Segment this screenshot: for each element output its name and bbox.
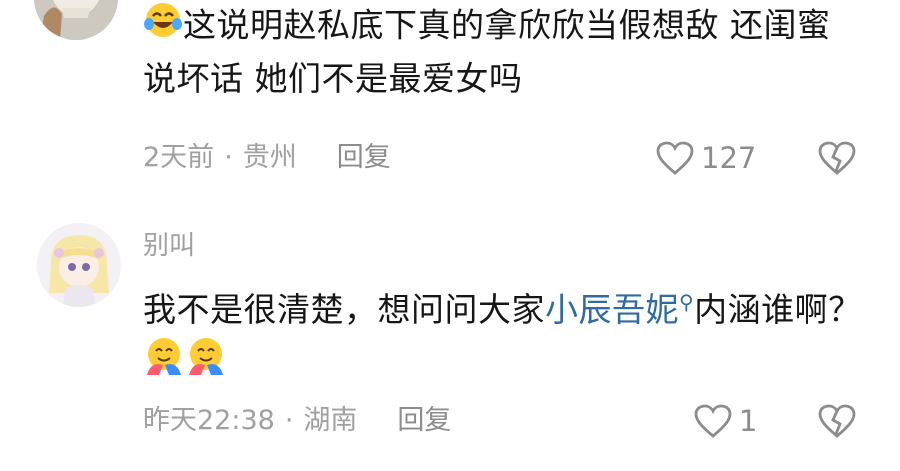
- like-count: 127: [701, 141, 757, 175]
- mention-link[interactable]: 小辰吾妮⚲: [545, 290, 694, 329]
- comment-location: 贵州: [242, 142, 297, 173]
- reply-button[interactable]: 回复: [397, 405, 451, 436]
- mention-text: 小辰吾妮: [545, 290, 679, 329]
- comment-time: 昨天22:38: [143, 405, 275, 436]
- meta-separator: ·: [284, 405, 294, 436]
- comment-time: 2天前: [143, 142, 215, 173]
- comment-text: 这说明赵私底下真的拿欣欣当假想敌 还闺蜜说坏话 她们不是最爱女吗: [143, 0, 863, 104]
- avatar[interactable]: [34, 0, 118, 40]
- comment-meta: 昨天22:38 · 湖南 回复: [143, 401, 451, 441]
- hugging-face-emoji-icon: [185, 335, 227, 391]
- like-button[interactable]: 127: [655, 138, 756, 178]
- meta-separator: ·: [224, 142, 233, 173]
- comment-meta: 2天前 · 贵州 回复: [143, 138, 391, 178]
- heart-icon: [656, 141, 694, 175]
- comment-body-continued: 内涵谁啊？: [694, 290, 862, 329]
- broken-heart-icon[interactable]: [817, 403, 857, 439]
- broken-heart-icon[interactable]: [817, 140, 857, 176]
- anime-girl-avatar-image: [37, 223, 121, 307]
- skull-avatar-image: [34, 0, 118, 40]
- hugging-face-emoji-icon: [143, 335, 185, 391]
- like-button[interactable]: 1: [693, 401, 757, 441]
- comment-location: 湖南: [303, 405, 358, 436]
- avatar[interactable]: [37, 223, 121, 307]
- username[interactable]: 别叫: [143, 225, 195, 262]
- comment-text: 我不是很清楚，想问问大家小辰吾妮⚲内涵谁啊？: [143, 277, 863, 391]
- comment-item: 别叫 我不是很清楚，想问问大家小辰吾妮⚲内涵谁啊？ 昨天22:38 · 湖南 回…: [0, 215, 900, 471]
- search-icon: ⚲: [679, 290, 695, 314]
- heart-icon: [694, 404, 732, 438]
- reply-button[interactable]: 回复: [337, 142, 391, 173]
- comment-body: 我不是很清楚，想问问大家: [143, 290, 545, 329]
- comment-body: 这说明赵私底下真的拿欣欣当假想敌 还闺蜜说坏话 她们不是最爱女吗: [143, 5, 831, 99]
- comment-item: 这说明赵私底下真的拿欣欣当假想敌 还闺蜜说坏话 她们不是最爱女吗 2天前 · 贵州 回…: [0, 0, 900, 200]
- crying-laughing-emoji-icon: [143, 0, 183, 54]
- like-count: 1: [739, 404, 758, 438]
